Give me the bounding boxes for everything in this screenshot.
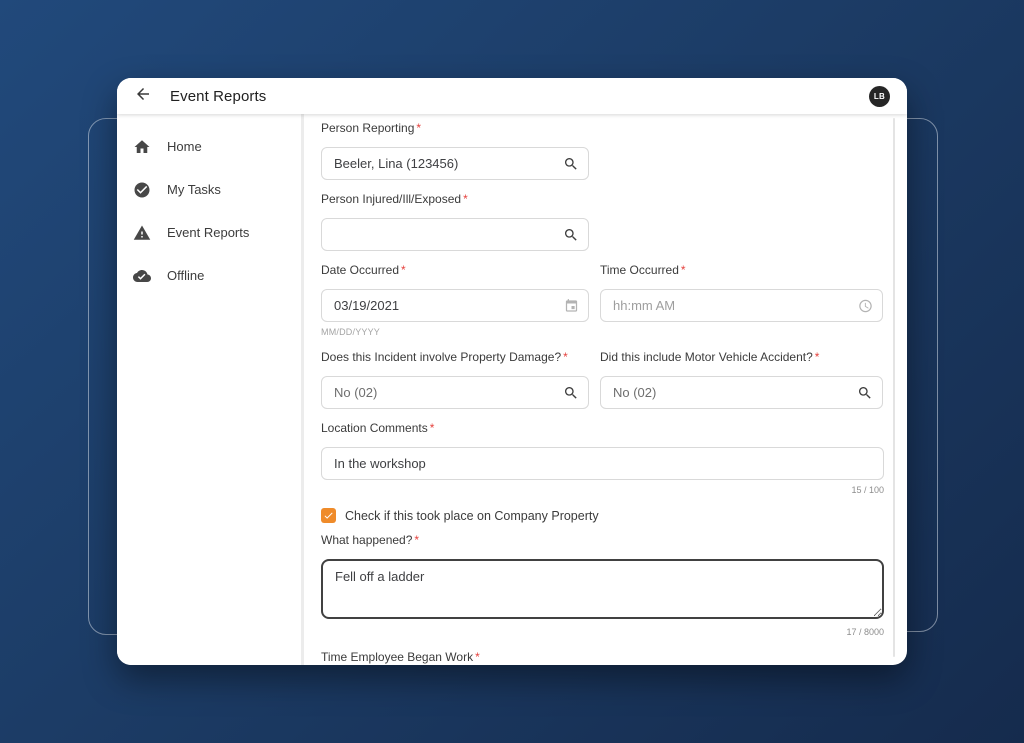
person-reporting-input[interactable]	[321, 147, 589, 180]
sidebar-item-label: Home	[167, 139, 202, 154]
home-icon	[132, 137, 151, 156]
what-happened-char-counter: 17 / 8000	[321, 627, 884, 637]
checked-checkbox-icon[interactable]	[321, 508, 336, 523]
time-occurred-input[interactable]	[600, 289, 883, 322]
required-asterisk: *	[401, 263, 406, 277]
property-damage-label: Does this Incident involve Property Dama…	[321, 351, 589, 364]
date-occurred-input[interactable]	[321, 289, 589, 322]
location-comments-input[interactable]	[321, 447, 884, 480]
sidebar-item-label: My Tasks	[167, 182, 221, 197]
app-window: Event Reports LB Home My Tasks Event	[117, 78, 907, 665]
company-property-checkbox-label: Check if this took place on Company Prop…	[345, 509, 599, 523]
check-circle-icon	[132, 180, 151, 199]
time-occurred-label: Time Occurred*	[600, 264, 883, 277]
clock-icon[interactable]	[858, 298, 873, 313]
scrollbar[interactable]	[893, 118, 895, 657]
sidebar-item-my-tasks[interactable]: My Tasks	[117, 168, 301, 211]
motor-vehicle-input[interactable]	[600, 376, 883, 409]
app-header: Event Reports LB	[117, 78, 907, 114]
search-icon[interactable]	[563, 385, 579, 401]
calendar-icon[interactable]	[564, 298, 579, 313]
cloud-done-icon	[132, 266, 151, 285]
sidebar-item-offline[interactable]: Offline	[117, 254, 301, 297]
location-comments-label: Location Comments*	[321, 422, 884, 435]
required-asterisk: *	[416, 121, 421, 135]
company-property-checkbox-row[interactable]: Check if this took place on Company Prop…	[321, 508, 884, 523]
page-title: Event Reports	[170, 88, 266, 105]
date-occurred-label: Date Occurred*	[321, 264, 589, 277]
required-asterisk: *	[414, 533, 419, 547]
required-asterisk: *	[430, 421, 435, 435]
sidebar-item-label: Event Reports	[167, 225, 249, 240]
required-asterisk: *	[463, 192, 468, 206]
person-injured-label: Person Injured/Ill/Exposed*	[321, 193, 884, 206]
what-happened-label: What happened?*	[321, 534, 884, 547]
search-icon[interactable]	[563, 156, 579, 172]
required-asterisk: *	[563, 350, 568, 364]
search-icon[interactable]	[857, 385, 873, 401]
motor-vehicle-label: Did this include Motor Vehicle Accident?…	[600, 351, 883, 364]
back-arrow-icon	[134, 85, 152, 108]
what-happened-textarea[interactable]: Fell off a ladder	[321, 559, 884, 619]
date-format-hint: MM/DD/YYYY	[321, 327, 589, 337]
back-button[interactable]	[133, 86, 153, 106]
required-asterisk: *	[815, 350, 820, 364]
form-scroll-area: Person Reporting* Person Injured/Ill/Exp…	[304, 114, 907, 665]
sidebar-item-home[interactable]: Home	[117, 125, 301, 168]
user-avatar[interactable]: LB	[869, 86, 890, 107]
property-damage-input[interactable]	[321, 376, 589, 409]
person-reporting-label: Person Reporting*	[321, 122, 884, 135]
required-asterisk: *	[681, 263, 686, 277]
time-began-work-label: Time Employee Began Work*	[321, 651, 884, 664]
sidebar: Home My Tasks Event Reports Offline	[117, 114, 301, 665]
sidebar-item-event-reports[interactable]: Event Reports	[117, 211, 301, 254]
warning-triangle-icon	[132, 223, 151, 242]
search-icon[interactable]	[563, 227, 579, 243]
person-injured-input[interactable]	[321, 218, 589, 251]
required-asterisk: *	[475, 650, 480, 664]
location-comments-char-counter: 15 / 100	[321, 485, 884, 495]
sidebar-item-label: Offline	[167, 268, 204, 283]
